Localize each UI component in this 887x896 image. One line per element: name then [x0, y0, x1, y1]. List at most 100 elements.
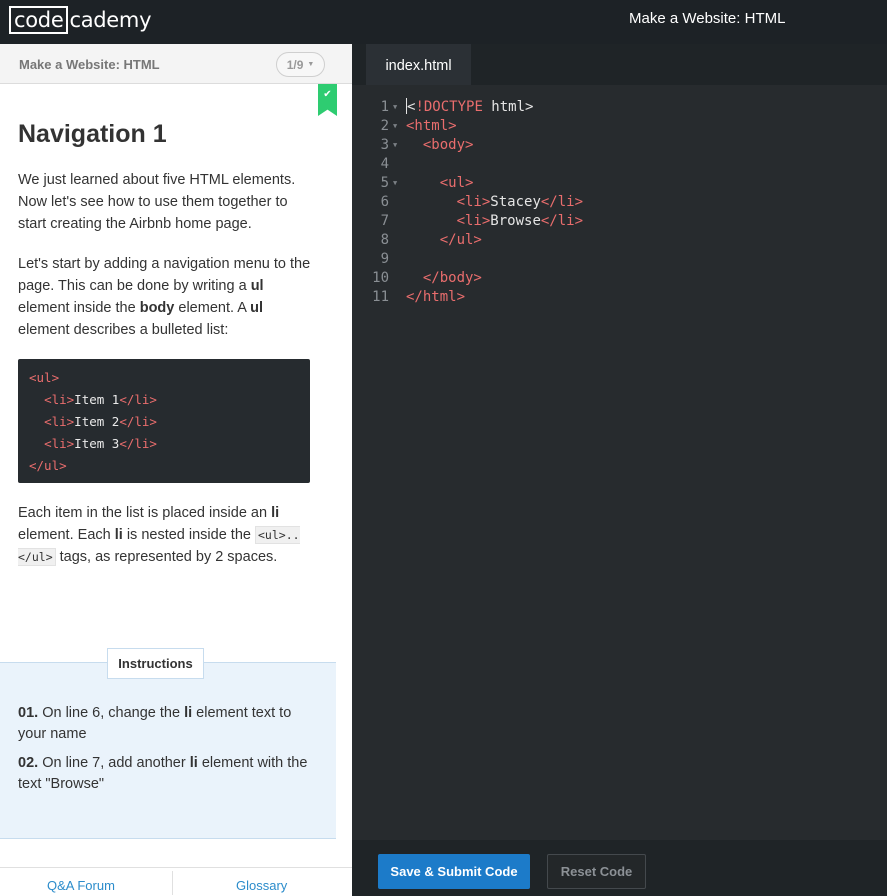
text: On line 7, add another: [38, 755, 190, 771]
fold-arrow-icon[interactable]: ▼: [389, 98, 406, 117]
code-line: 1 ▼ <!DOCTYPE html>: [352, 98, 887, 117]
line-number: 7: [380, 213, 389, 229]
code-tag: <li>: [456, 213, 491, 229]
lesson-footer: Q&A Forum Glossary: [0, 867, 352, 896]
line-content: <li>Browse</li>: [406, 212, 583, 231]
lesson-paragraph-3: Each item in the list is placed inside a…: [18, 502, 314, 568]
keyword: ul: [250, 278, 264, 294]
code-tag: <ul>: [439, 175, 474, 191]
line-content: <li>Stacey</li>: [406, 193, 583, 212]
example-code-block: <ul> <li>Item 1</li> <li>Item 2</li> <li…: [18, 359, 310, 483]
code-tag: <li>: [456, 194, 491, 210]
text: element. Each: [18, 527, 115, 543]
editor-tab-bar: index.html: [352, 44, 887, 85]
completed-bookmark-icon: ✔: [318, 84, 337, 116]
code-line: 10 </body>: [352, 269, 887, 288]
keyword: li: [114, 527, 123, 543]
code-text: Stacey: [490, 194, 541, 210]
progress-label: 1/9: [286, 57, 304, 72]
code-line: 3 ▼ <body>: [352, 136, 887, 155]
code-line: 2 ▼ <html>: [352, 117, 887, 136]
instructions-panel: Instructions 01. On line 6, change the l…: [0, 648, 336, 839]
keyword: ul: [250, 300, 264, 316]
code-text: html>: [482, 99, 534, 115]
line-number: 6: [380, 194, 389, 210]
instructions-list: 01. On line 6, change the li element tex…: [18, 703, 314, 803]
code-editor: index.html 1 ▼ <!DOCTYPE html> 2 ▼ <html…: [352, 44, 887, 896]
code-text: Item 2: [74, 414, 120, 429]
tab-index-html[interactable]: index.html: [366, 44, 471, 85]
line-content: <!DOCTYPE html>: [406, 98, 533, 117]
lesson-paragraph-2: Let's start by adding a navigation menu …: [18, 253, 314, 341]
code-tag: !DOCTYPE: [415, 99, 483, 115]
line-number: 5: [380, 175, 389, 191]
keyword: body: [139, 300, 175, 316]
line-number: 1: [380, 99, 389, 115]
text: On line 6, change the: [38, 705, 185, 721]
line-number: 4: [380, 156, 389, 172]
fold-arrow-icon[interactable]: ▼: [389, 174, 406, 193]
instructions-label: Instructions: [107, 648, 204, 679]
instruction-number: 01.: [18, 705, 39, 721]
fold-arrow-icon[interactable]: ▼: [389, 136, 406, 155]
code-tag: <li>: [44, 436, 75, 451]
code-line: 5 ▼ <ul>: [352, 174, 887, 193]
lesson-title: Navigation 1: [18, 120, 167, 148]
code-text: Item 3: [74, 436, 120, 451]
code-tag: </li>: [119, 414, 157, 429]
code-tag: </li>: [119, 392, 157, 407]
code-text-area[interactable]: 1 ▼ <!DOCTYPE html> 2 ▼ <html> 3 ▼ <body…: [352, 98, 887, 307]
code-tag: </ul>: [29, 458, 67, 473]
code-tag: </li>: [540, 194, 584, 210]
instruction-item: 01. On line 6, change the li element tex…: [18, 703, 314, 745]
reset-code-button[interactable]: Reset Code: [547, 854, 646, 889]
text: element inside the: [18, 300, 140, 316]
top-navigation-bar: code cademy Make a Website: HTML: [0, 0, 887, 44]
logo-boxed-text: code: [9, 6, 69, 34]
qa-forum-link[interactable]: Q&A Forum: [47, 878, 115, 893]
keyword: li: [189, 755, 198, 771]
text: Let's start by adding a navigation menu …: [18, 256, 311, 294]
code-line: 7 <li>Browse</li>: [352, 212, 887, 231]
text: element. A: [174, 300, 251, 316]
lesson-header: Make a Website: HTML 1/9 ▼: [0, 44, 352, 84]
code-line: 8 </ul>: [352, 231, 887, 250]
chevron-down-icon: ▼: [307, 61, 315, 68]
course-title: Make a Website: HTML: [629, 10, 786, 27]
code-line: 9: [352, 250, 887, 269]
lesson-paragraph-1: We just learned about five HTML elements…: [18, 172, 296, 232]
text: is nested inside the: [122, 527, 255, 543]
line-number: 9: [380, 251, 389, 267]
code-line: 4: [352, 155, 887, 174]
line-content: <ul>: [406, 174, 474, 193]
checkmark-icon: ✔: [323, 89, 332, 100]
code-tag: <li>: [44, 414, 75, 429]
line-content: <body>: [406, 136, 474, 155]
code-tag: </html>: [406, 289, 466, 305]
progress-dropdown[interactable]: 1/9 ▼: [276, 52, 325, 77]
code-tag: <li>: [44, 392, 75, 407]
text: tags, as represented by 2 spaces.: [55, 549, 278, 565]
line-content: </ul>: [406, 231, 482, 250]
code-tag: </body>: [422, 270, 482, 286]
code-tag: </li>: [119, 436, 157, 451]
fold-arrow-icon[interactable]: ▼: [389, 117, 406, 136]
line-number: 3: [380, 137, 389, 153]
codecademy-logo[interactable]: code cademy: [9, 6, 152, 34]
line-number: 2: [380, 118, 389, 134]
keyword: li: [184, 705, 193, 721]
text: Each item in the list is placed inside a…: [18, 505, 272, 521]
line-content: </body>: [406, 269, 482, 288]
divider: [172, 871, 173, 895]
code-tag: <html>: [406, 118, 457, 134]
glossary-link[interactable]: Glossary: [236, 878, 287, 893]
code-tag: <ul>: [29, 370, 60, 385]
editor-footer: Save & Submit Code Reset Code: [352, 840, 887, 896]
line-number: 8: [380, 232, 389, 248]
lesson-course-name: Make a Website: HTML: [19, 57, 160, 72]
save-submit-button[interactable]: Save & Submit Code: [378, 854, 530, 889]
keyword: li: [271, 505, 280, 521]
code-tag: <body>: [422, 137, 474, 153]
line-number: 10: [372, 270, 389, 286]
lesson-content: Navigation 1 We just learned about five …: [18, 118, 314, 586]
